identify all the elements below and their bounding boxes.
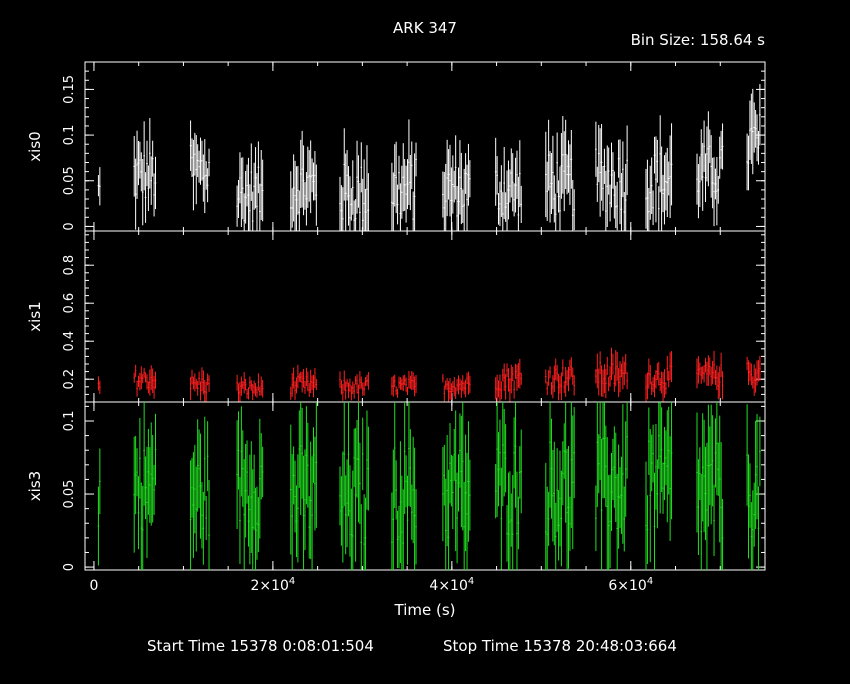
xis0-axis-label: xis0 [26, 131, 44, 161]
x-tick-label-exponent: 4 [647, 576, 653, 587]
xis3-ytick-label: 0 [62, 563, 77, 571]
x-tick-label: 2×104 [250, 576, 295, 594]
lightcurve-chart: ARK 347 Bin Size: 158.64 s 0 0.05 0.1 0.15 x… [0, 0, 850, 680]
chart-title: ARK 347 [393, 19, 457, 37]
x-tick-label-exponent: 4 [468, 576, 474, 587]
xis1-ytick-label: 0.6 [62, 293, 77, 314]
xis3-ytick-label: 0.05 [62, 480, 77, 509]
bin-size-label: Bin Size: 158.64 s [631, 31, 766, 49]
x-axis-label: Time (s) [394, 601, 456, 619]
x-tick-label-base: 6×10 [608, 578, 646, 594]
start-time-label: Start Time 15378 0:08:01:504 [147, 637, 374, 655]
xis0-ytick-label: 0.15 [62, 75, 77, 104]
xis1-axis-label: xis1 [26, 301, 44, 331]
xis1-ytick-label: 0.8 [62, 255, 77, 276]
xis0-ytick-label: 0 [62, 222, 77, 230]
stop-time-label: Stop Time 15378 20:48:03:664 [443, 637, 677, 655]
xis1-ytick-label: 0.4 [62, 331, 77, 352]
xis1-ytick-label: 0.2 [62, 369, 77, 390]
xis3-axis-label: xis3 [26, 471, 44, 501]
lightcurve-figure: ARK 347 Bin Size: 158.64 s 0 0.05 0.1 0.15 x… [0, 0, 850, 680]
x-tick-label-base: 4×10 [429, 578, 467, 594]
x-tick-label: 4×104 [429, 576, 474, 594]
x-tick-label-exponent: 4 [289, 576, 295, 587]
x-tick-label: 0 [89, 578, 98, 594]
xis0-ytick-label: 0.05 [62, 166, 77, 195]
xis3-ytick-label: 0.1 [62, 411, 77, 432]
x-tick-label-base: 2×10 [250, 578, 288, 594]
x-tick-label: 6×104 [608, 576, 653, 594]
xis0-ytick-label: 0.1 [62, 125, 77, 146]
